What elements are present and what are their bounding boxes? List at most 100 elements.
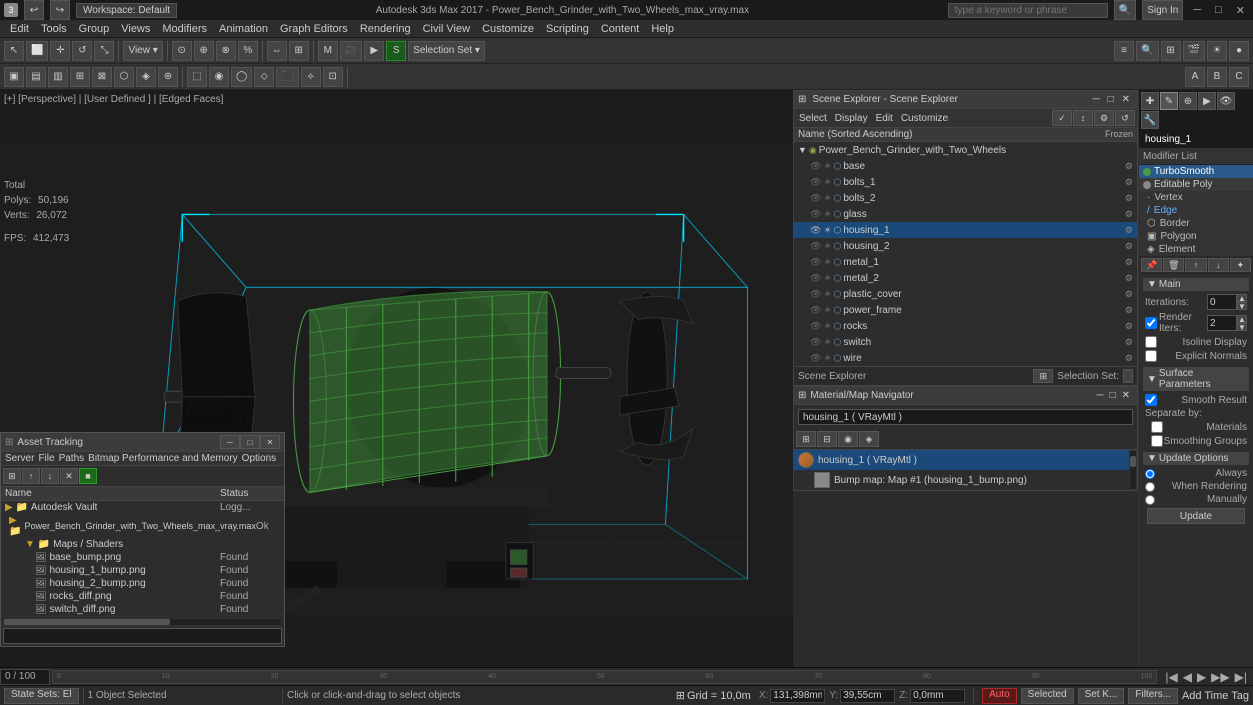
se-menu-select[interactable]: Select xyxy=(796,112,830,125)
se-menu-display[interactable]: Display xyxy=(832,112,871,125)
mp-sub-element[interactable]: ◈ Element xyxy=(1139,243,1253,256)
asset-tracking-titlebar[interactable]: ⊞ Asset Tracking ─ □ ✕ xyxy=(1,433,284,452)
mp-isoline-checkbox[interactable] xyxy=(1145,336,1157,348)
se-item-bolts2[interactable]: 👁 ☀ ⬡ bolts_2 ⚙ xyxy=(794,190,1137,206)
at-btn5[interactable]: ■ xyxy=(79,468,97,484)
undo-btn[interactable]: ↩ xyxy=(24,0,44,20)
menu-tools[interactable]: Tools xyxy=(35,20,73,37)
mp-tab-modify[interactable]: ✎ xyxy=(1160,92,1178,110)
mp-tab-display[interactable]: 👁 xyxy=(1217,92,1235,110)
at-btn3[interactable]: ↓ xyxy=(41,468,59,484)
mn-maximize-btn[interactable]: □ xyxy=(1107,389,1119,402)
se-selection-set-dropdown[interactable] xyxy=(1123,369,1133,383)
selection-set-dropdown[interactable]: Selection Set ▾ xyxy=(408,41,485,61)
search-btn[interactable]: 🔍 xyxy=(1114,0,1136,20)
at-item-max-file[interactable]: ▶ 📁 Power_Bench_Grinder_with_Two_Wheels_… xyxy=(1,514,284,538)
se-close-btn[interactable]: ✕ xyxy=(1119,93,1133,106)
mn-item-bump-map[interactable]: Bump map: Map #1 (housing_1_bump.png) xyxy=(794,470,1129,490)
menu-modifiers[interactable]: Modifiers xyxy=(156,20,213,37)
mirror-btn[interactable]: ⇔ xyxy=(267,41,287,61)
mp-sub-border[interactable]: ⬡ Border xyxy=(1139,217,1253,230)
tb2-btn3[interactable]: ▥ xyxy=(48,67,68,87)
se-item-housing2[interactable]: 👁 ☀ ⬡ housing_2 ⚙ xyxy=(794,238,1137,254)
mp-tab-utilities[interactable]: 🔧 xyxy=(1141,111,1159,129)
menu-customize[interactable]: Customize xyxy=(476,20,540,37)
mp-sub-vertex[interactable]: · Vertex xyxy=(1139,191,1253,204)
at-item-switch-diff[interactable]: 🖼 switch_diff.png Found xyxy=(1,603,284,616)
se-item-root[interactable]: ▼ ◉ Power_Bench_Grinder_with_Two_Wheels xyxy=(794,142,1137,158)
se-item-power-frame[interactable]: 👁 ☀ ⬡ power_frame ⚙ xyxy=(794,302,1137,318)
layer-mgr-btn[interactable]: ≡ xyxy=(1114,41,1134,61)
at-menu-options[interactable]: Options xyxy=(242,453,276,464)
tl-play-btn[interactable]: ▶ xyxy=(1195,670,1208,684)
at-item-rocks-diff[interactable]: 🖼 rocks_diff.png Found xyxy=(1,590,284,603)
at-item-base-bump[interactable]: 🖼 base_bump.png Found xyxy=(1,551,284,564)
coord-y-input[interactable] xyxy=(840,689,895,703)
se-maximize-btn[interactable]: □ xyxy=(1105,93,1117,106)
mp-manually-radio[interactable] xyxy=(1145,495,1155,505)
percent-snap-btn[interactable]: % xyxy=(238,41,258,61)
move-btn[interactable]: ✛ xyxy=(50,41,70,61)
at-scrollbar[interactable] xyxy=(3,618,282,626)
active-shade-btn[interactable]: ☀ xyxy=(1207,41,1227,61)
scene-explorer-btn[interactable]: 🔍 xyxy=(1136,41,1158,61)
mp-tab-create[interactable]: ✚ xyxy=(1141,92,1159,110)
mn-path-input[interactable] xyxy=(798,409,1133,425)
rotate-btn[interactable]: ↺ xyxy=(72,41,92,61)
tb2-geo2[interactable]: ◉ xyxy=(209,67,229,87)
se-refresh-btn[interactable]: ↺ xyxy=(1115,110,1135,126)
render-type-btn[interactable]: 🎬 xyxy=(1183,41,1205,61)
select-btn2[interactable]: S xyxy=(386,41,406,61)
mp-mod-turbosmooth[interactable]: TurboSmooth xyxy=(1139,165,1253,178)
tb2-right3[interactable]: C xyxy=(1229,67,1249,87)
mp-smooth-result-checkbox[interactable] xyxy=(1145,394,1157,406)
mp-tab-motion[interactable]: ▶ xyxy=(1198,92,1216,110)
at-maximize-btn[interactable]: □ xyxy=(240,435,260,449)
menu-help[interactable]: Help xyxy=(645,20,680,37)
mp-iterations-spinner[interactable]: ▲ ▼ xyxy=(1207,294,1247,310)
mp-update-btn[interactable]: Update xyxy=(1147,508,1245,524)
filters-btn[interactable]: Filters... xyxy=(1128,688,1178,704)
mn-btn3[interactable]: ◉ xyxy=(838,431,858,447)
mp-explicit-normals-checkbox[interactable] xyxy=(1145,350,1157,362)
tb2-geo3[interactable]: ◯ xyxy=(231,67,252,87)
scale-btn[interactable]: ⤡ xyxy=(94,41,114,61)
maximize-btn[interactable]: □ xyxy=(1211,4,1226,16)
se-item-glass[interactable]: 👁 ☀ ⬡ glass ⚙ xyxy=(794,206,1137,222)
align-btn[interactable]: ⊞ xyxy=(289,41,309,61)
state-sets-btn[interactable]: State Sets: El xyxy=(4,688,79,704)
se-filter-btn[interactable]: ✓ xyxy=(1052,110,1072,126)
coord-z-input[interactable] xyxy=(910,689,965,703)
se-settings-btn[interactable]: ⚙ xyxy=(1094,110,1114,126)
tb2-geo5[interactable]: ⬛ xyxy=(276,67,298,87)
at-menu-server[interactable]: Server xyxy=(5,453,34,464)
mp-iterations-input[interactable] xyxy=(1207,294,1237,310)
mn-btn1[interactable]: ⊞ xyxy=(796,431,816,447)
auto-key-btn[interactable]: Auto xyxy=(982,688,1017,704)
at-menu-paths[interactable]: Paths xyxy=(59,453,85,464)
menu-scripting[interactable]: Scripting xyxy=(540,20,595,37)
tl-play-back-btn[interactable]: ◀ xyxy=(1181,670,1194,684)
timeline-track[interactable]: 0 10 20 30 40 50 60 70 80 90 100 xyxy=(52,670,1157,684)
mp-move-down-btn[interactable]: ↓ xyxy=(1208,258,1229,272)
viewport-area[interactable]: [+] [Perspective] | [User Defined ] | [E… xyxy=(0,90,793,667)
tb2-geo1[interactable]: ⬚ xyxy=(187,67,207,87)
at-item-maps[interactable]: ▼ 📁 Maps / Shaders xyxy=(1,538,284,551)
mn-vertical-scrollbar[interactable] xyxy=(1129,450,1137,490)
at-btn1[interactable]: ⊞ xyxy=(3,468,21,484)
select-object-btn[interactable]: ↖ xyxy=(4,41,24,61)
redo-btn[interactable]: ↪ xyxy=(50,0,70,20)
mp-render-iters-input[interactable] xyxy=(1207,315,1237,331)
mp-make-unique-btn[interactable]: ✦ xyxy=(1230,258,1251,272)
tb2-btn5[interactable]: ⊠ xyxy=(92,67,112,87)
mp-tab-hierarchy[interactable]: ⊕ xyxy=(1179,92,1197,110)
mn-item-housing1-mat[interactable]: housing_1 ( VRayMtl ) xyxy=(794,450,1129,470)
menu-edit[interactable]: Edit xyxy=(4,20,35,37)
tb2-btn7[interactable]: ◈ xyxy=(136,67,156,87)
tb2-btn6[interactable]: ⬡ xyxy=(114,67,134,87)
menu-content[interactable]: Content xyxy=(595,20,646,37)
se-item-wire[interactable]: 👁 ☀ ⬡ wire ⚙ xyxy=(794,350,1137,366)
mp-name-input[interactable] xyxy=(1143,133,1249,146)
coord-x-input[interactable] xyxy=(770,689,825,703)
shader-btn[interactable]: ● xyxy=(1229,41,1249,61)
